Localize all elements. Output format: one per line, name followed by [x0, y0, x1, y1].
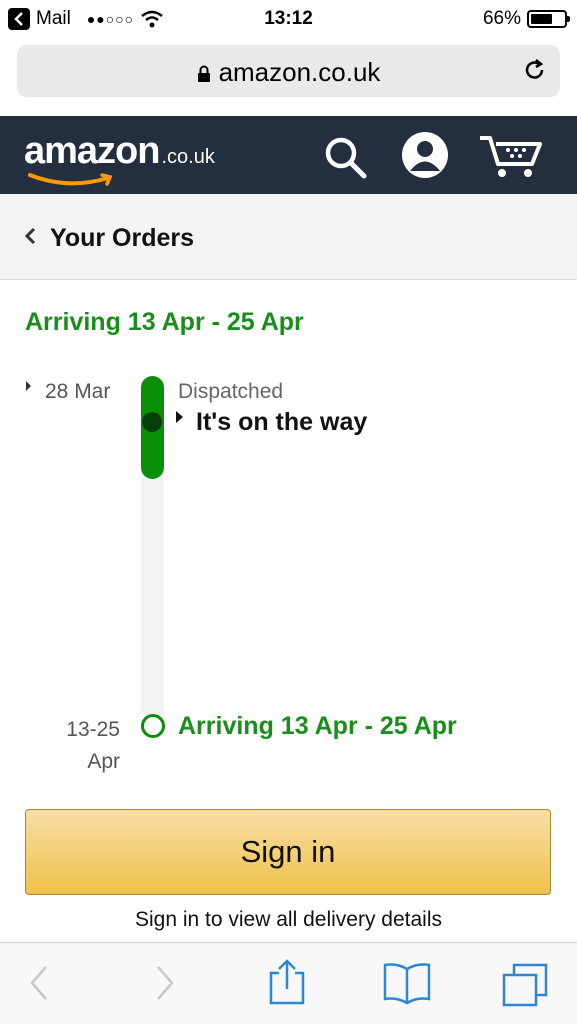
chevron-left-icon	[24, 226, 36, 251]
your-orders-label[interactable]: Your Orders	[50, 224, 194, 253]
arrival-heading: Arriving 13 Apr - 25 Apr	[25, 308, 304, 336]
browser-toolbar	[0, 942, 577, 1024]
event-status: Dispatched	[178, 380, 284, 403]
arrival-date: 13-25 Apr	[40, 714, 120, 778]
share-icon[interactable]	[267, 957, 307, 1012]
event-detail-text: It's on the way	[196, 408, 368, 436]
battery-icon	[527, 10, 570, 28]
url-display[interactable]: amazon.co.uk	[17, 57, 560, 90]
tabs-icon[interactable]	[500, 961, 550, 1014]
expand-arrow-icon	[176, 411, 183, 424]
status-bar: Mail ●●○○○ 13:12 66%	[0, 0, 577, 40]
expand-arrow-icon	[26, 381, 31, 392]
amazon-logo[interactable]: amazon .co.uk	[24, 130, 215, 186]
arrival-date-line1: 13-25	[66, 718, 120, 741]
bookmarks-icon[interactable]	[382, 961, 432, 1010]
status-right: 66%	[482, 8, 570, 30]
search-icon[interactable]	[322, 134, 368, 185]
lock-icon	[197, 59, 211, 90]
logo-smile-icon	[28, 173, 113, 186]
site-header: amazon .co.uk	[0, 116, 577, 194]
event-date[interactable]: 28 Mar	[26, 380, 110, 404]
logo-tld: .co.uk	[161, 146, 215, 168]
account-icon[interactable]	[400, 130, 450, 185]
logo-word: amazon	[24, 130, 160, 172]
forward-icon[interactable]	[152, 963, 176, 1008]
your-orders-link[interactable]: Your Orders	[0, 194, 577, 280]
back-icon[interactable]	[28, 963, 52, 1008]
current-status-dot	[142, 412, 162, 432]
sign-in-button[interactable]: Sign in	[25, 809, 551, 895]
event-detail[interactable]: It's on the way	[176, 408, 367, 437]
reload-icon[interactable]	[522, 57, 548, 88]
arrival-date-line2: Apr	[87, 750, 120, 773]
arrival-label: Arriving 13 Apr - 25 Apr	[178, 712, 457, 740]
address-bar[interactable]: amazon.co.uk	[17, 45, 560, 97]
battery-percent: 66%	[482, 8, 521, 29]
sign-in-note: Sign in to view all delivery details	[135, 908, 442, 931]
cart-icon[interactable]	[476, 130, 546, 185]
battery-fill	[531, 14, 552, 24]
event-date-text: 28 Mar	[45, 380, 111, 403]
url-text[interactable]: amazon.co.uk	[219, 57, 381, 87]
arrival-status-dot	[141, 714, 165, 738]
